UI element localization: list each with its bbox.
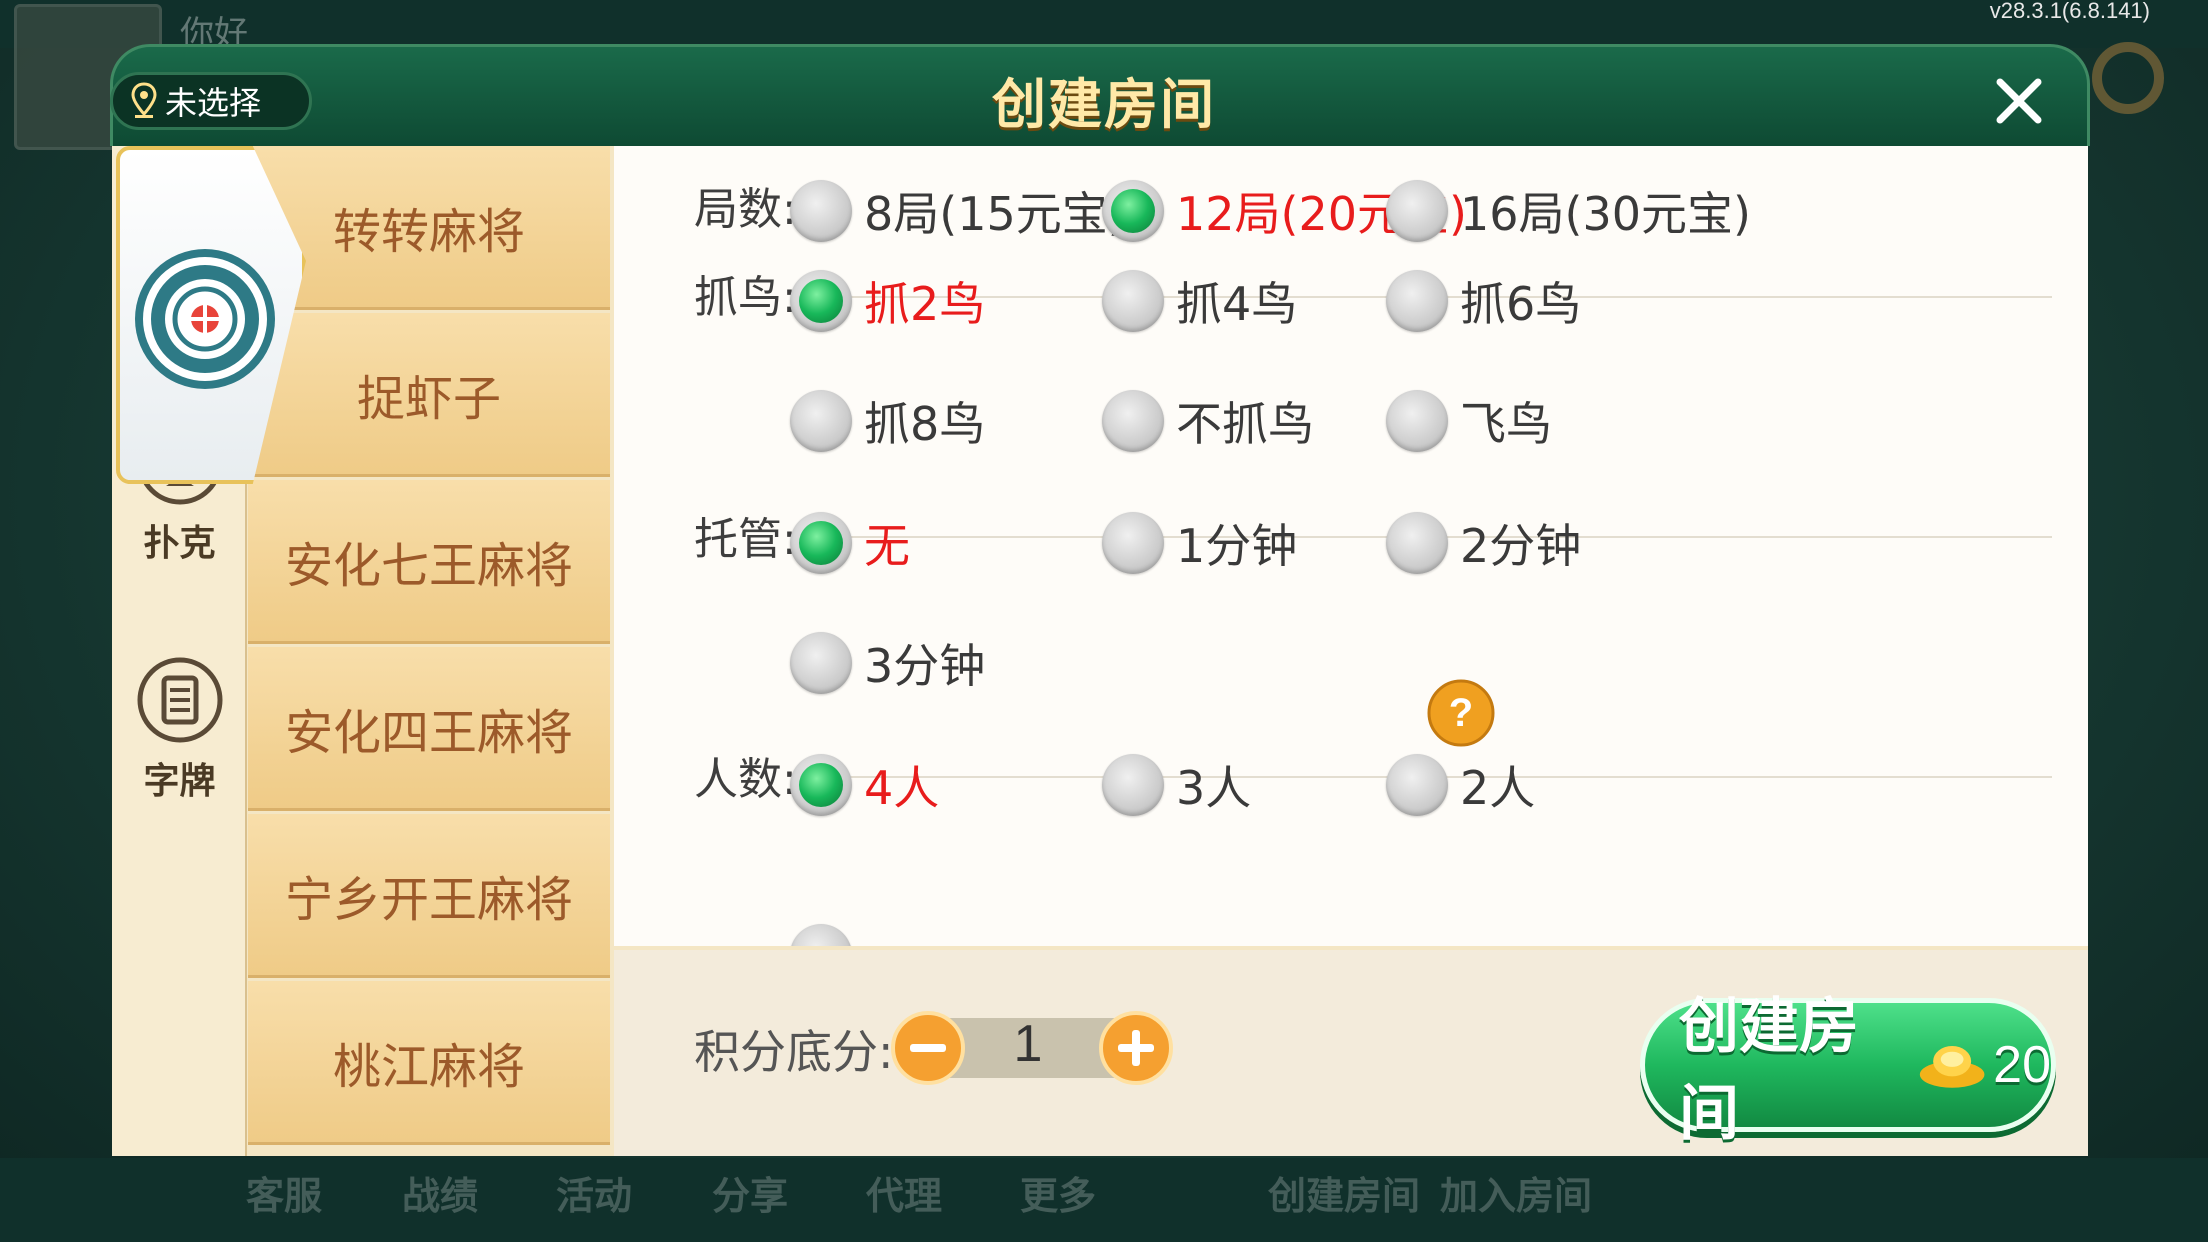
game-item-zhuoxiazi[interactable]: 捉虾子	[248, 313, 610, 477]
bird-option-none[interactable]: 不抓鸟	[1102, 386, 1314, 456]
players-option-3[interactable]: 3人	[1102, 750, 1251, 820]
radio-button[interactable]	[790, 390, 852, 452]
option-label: 3分钟	[864, 639, 986, 693]
radio-button[interactable]	[1386, 270, 1448, 332]
create-room-label: 创建房间	[1679, 992, 1859, 1149]
radio-button-selected[interactable]	[790, 754, 852, 816]
create-room-panel: 扑克 字牌 转转麻将 捉虾子 安化七王麻将 安化四王麻将 宁乡开王麻将 桃江麻将…	[112, 146, 2088, 1156]
lobby-nav-service: 客服	[246, 1174, 323, 1218]
option-label: 2分钟	[1460, 519, 1582, 573]
players-label: 人数:	[694, 754, 797, 805]
lobby-nav-more: 更多	[1020, 1174, 1097, 1218]
radio-button[interactable]	[1102, 512, 1164, 574]
lobby-join-room: 加入房间	[1440, 1174, 1593, 1218]
lobby-nav-activity: 活动	[556, 1174, 633, 1218]
game-item-anhua-siwang[interactable]: 安化四王麻将	[248, 647, 610, 811]
create-room-button[interactable]: 创建房间 20	[1640, 992, 2056, 1149]
tab-zipai-label: 字牌	[143, 761, 216, 802]
lobby-create-room: 创建房间	[1268, 1174, 1421, 1218]
game-list: 转转麻将 捉虾子 安化七王麻将 安化四王麻将 宁乡开王麻将 桃江麻将	[248, 146, 610, 1156]
option-label: 3人	[1176, 761, 1252, 815]
radio-button[interactable]	[1386, 390, 1448, 452]
tab-poker-label: 扑克	[143, 523, 216, 564]
lobby-top-bar	[0, 0, 2208, 48]
hosting-option-none[interactable]: 无	[790, 508, 910, 578]
radio-button[interactable]	[1102, 390, 1164, 452]
birds-label: 抓鸟:	[694, 272, 797, 323]
option-label: 1分钟	[1176, 519, 1298, 573]
radio-button-selected[interactable]	[790, 270, 852, 332]
radio-button[interactable]	[1386, 512, 1448, 574]
gold-ingot-icon	[1919, 1046, 1985, 1088]
radio-button-selected[interactable]	[1102, 180, 1164, 242]
option-label: 8局(15元宝)	[864, 187, 1126, 241]
radio-button-selected[interactable]	[790, 512, 852, 574]
version-label: v28.3.1(6.8.141)	[1989, 0, 2150, 23]
options-area: 局数: 8局(15元宝) 12局(20元宝) 16局(30元宝) 抓鸟: 抓2鸟…	[614, 146, 2088, 946]
game-item-taojiang[interactable]: 桃江麻将	[248, 981, 610, 1145]
help-icon[interactable]: ?	[1426, 678, 1496, 748]
game-item-anhua-qiwang[interactable]: 安化七王麻将	[248, 480, 610, 644]
option-label: 抓4鸟	[1176, 277, 1298, 331]
option-label: 抓2鸟	[864, 277, 986, 331]
zipai-icon	[137, 657, 222, 743]
round-option-8[interactable]: 8局(15元宝)	[790, 176, 1126, 246]
bird-option-2[interactable]: 抓2鸟	[790, 266, 985, 336]
option-label: 飞鸟	[1460, 397, 1552, 451]
players-option-4[interactable]: 4人	[790, 750, 939, 820]
bird-option-6[interactable]: 抓6鸟	[1386, 266, 1581, 336]
lobby-bottom-bar	[0, 1158, 2208, 1242]
score-label: 积分底分:	[694, 1025, 894, 1079]
game-item-zhuanzhuan[interactable]: 转转麻将	[248, 146, 610, 310]
radio-button-cut-off[interactable]	[790, 924, 852, 946]
game-item-ningxiang-kaiwang[interactable]: 宁乡开王麻将	[248, 814, 610, 978]
lobby-nav-agent: 代理	[866, 1174, 943, 1218]
radio-button[interactable]	[1102, 754, 1164, 816]
hosting-option-2min[interactable]: 2分钟	[1386, 508, 1581, 578]
option-label: 4人	[864, 761, 940, 815]
mahjong-icon	[135, 249, 275, 389]
hosting-option-1min[interactable]: 1分钟	[1102, 508, 1297, 578]
lobby-nav-record: 战绩	[402, 1174, 479, 1218]
lobby-nav-share: 分享	[712, 1174, 789, 1218]
minus-icon[interactable]	[890, 1010, 966, 1086]
bird-option-8[interactable]: 抓8鸟	[790, 386, 985, 456]
cost-value: 20	[1993, 1036, 2051, 1094]
hosting-option-3min[interactable]: 3分钟	[790, 628, 985, 698]
bird-option-4[interactable]: 抓4鸟	[1102, 266, 1297, 336]
radio-button[interactable]	[1386, 754, 1448, 816]
radio-button[interactable]	[1102, 270, 1164, 332]
hosting-label: 托管:	[694, 514, 797, 565]
radio-button[interactable]	[1386, 180, 1448, 242]
players-option-2[interactable]: 2人	[1386, 750, 1535, 820]
footer-bar: 积分底分: 1 创建房间 20	[614, 950, 2088, 1156]
svg-text:?: ?	[1449, 691, 1473, 735]
plus-icon[interactable]	[1098, 1010, 1174, 1086]
dialog-title: 创建房间	[992, 73, 1216, 136]
option-label: 16局(30元宝)	[1460, 187, 1751, 241]
option-label: 抓8鸟	[864, 397, 986, 451]
round-option-16[interactable]: 16局(30元宝)	[1386, 176, 1751, 246]
close-icon[interactable]	[1990, 72, 2048, 130]
option-label: 无	[864, 519, 910, 573]
tab-zipai[interactable]: 字牌	[112, 654, 247, 804]
option-label: 2人	[1460, 761, 1536, 815]
bird-option-fly[interactable]: 飞鸟	[1386, 386, 1552, 456]
option-label: 抓6鸟	[1460, 277, 1582, 331]
radio-button[interactable]	[790, 180, 852, 242]
radio-button[interactable]	[790, 632, 852, 694]
option-label: 不抓鸟	[1176, 397, 1314, 451]
